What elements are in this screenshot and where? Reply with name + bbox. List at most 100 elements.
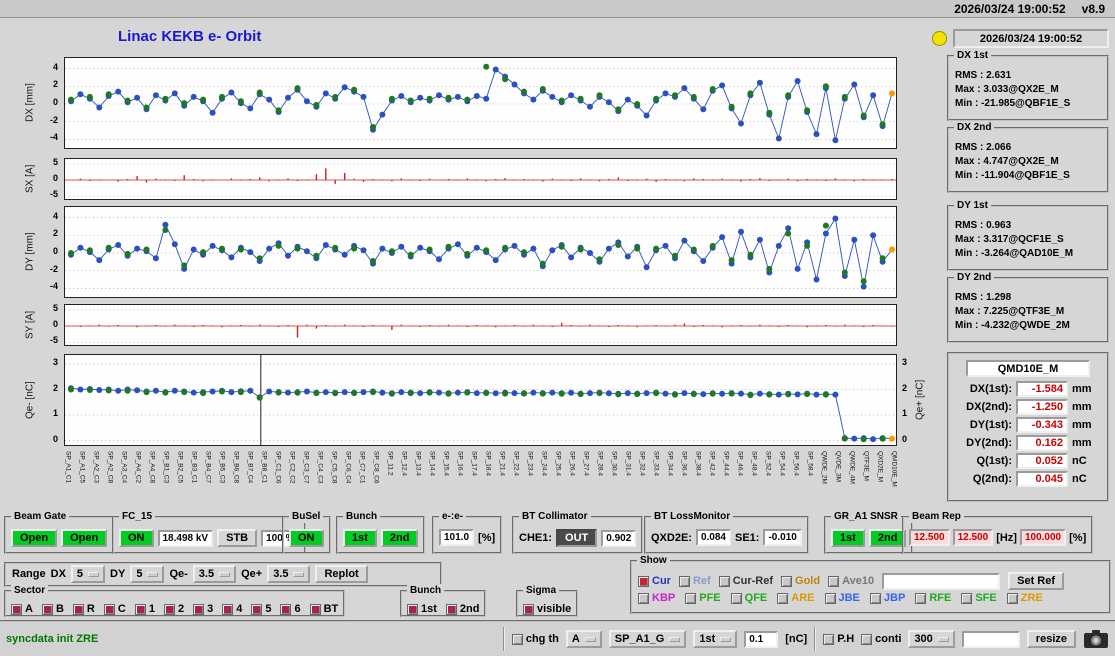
checkbox-icon [824,592,836,604]
dx-plot[interactable] [64,57,897,149]
fc15-stb-button[interactable]: STB [217,529,258,547]
sector-checkbox[interactable]: A [11,603,33,615]
sector-checkbox[interactable]: 5 [251,603,271,615]
region-checkbox[interactable]: ARE [777,592,815,604]
page-title: Linac KEKB e- Orbit [118,28,262,45]
checkbox-icon [72,603,84,615]
bunch-select-dropdown[interactable]: 1st [693,630,738,648]
beam-rep-pct-unit: [%] [1069,531,1087,544]
x-axis-label: SP_B1_C3 [162,451,170,484]
qe-plot[interactable] [64,354,897,446]
monitor-select-dropdown[interactable]: SP_A1_G [608,630,687,648]
ref-name-input[interactable] [882,572,1001,590]
range-qep-dropdown[interactable]: 3.5 [267,565,311,583]
region-checkbox[interactable]: SFE [961,592,997,604]
beam-gate-open-1-button[interactable]: Open [11,529,58,547]
beam-gate-open-2-button[interactable]: Open [61,529,108,547]
aux-input[interactable] [961,630,1020,648]
x-axis-label: SP_B2_C5 [176,451,184,484]
sx-axis-label: SX [A] [24,164,36,194]
conti-checkbox[interactable]: conti [861,633,901,645]
chg-th-checkbox[interactable]: chg th [511,633,559,645]
region-checkbox[interactable]: ZRE [1006,592,1043,604]
replot-button[interactable]: Replot [315,565,368,583]
sx-plot[interactable] [64,158,897,200]
sector-checkbox[interactable]: C [103,603,126,615]
sector-select-dropdown[interactable]: A [565,630,602,648]
ph-checkbox[interactable]: P.H [823,633,854,645]
checkbox-icon [718,575,730,587]
region-checkbox[interactable]: JBE [824,592,860,604]
x-axis-label: QXD2E_M [876,451,884,483]
bunch-2nd-button[interactable]: 2nd [380,529,419,547]
region-checkbox[interactable]: KBP [638,592,675,604]
sector-checkbox[interactable]: 1 [134,603,155,615]
show-checkbox[interactable]: Ref [678,575,711,587]
monitor-title: QMD10E_M [966,360,1090,377]
checkbox-icon [251,603,263,615]
show-checkbox-label: Cur [652,575,671,587]
stat-rms: RMS : 2.631 [955,70,1012,81]
sector-checkbox-label: C [117,603,126,615]
busel-on-button[interactable]: ON [289,529,324,547]
show-checkbox[interactable]: Ave10 [828,575,874,587]
camera-icon[interactable] [1083,629,1109,649]
show-checkbox[interactable]: Cur-Ref [718,575,773,587]
sector-checkbox[interactable]: 3 [193,603,213,615]
threshold-input[interactable] [744,630,779,648]
count-dropdown[interactable]: 300 [908,630,955,648]
stat-group-label: DX 1st [954,49,992,62]
sector-checkbox[interactable]: B [41,603,64,615]
fc15-on-button[interactable]: ON [119,529,154,547]
stat-max: Max : 7.225@QTF3E_M [955,306,1065,317]
checkbox-icon [222,603,234,615]
gr-snsr-1st-button[interactable]: 1st [831,529,865,547]
bt-collimator-group: BT Collimator CHE1: OUT 0.902 [512,510,644,554]
region-checkbox[interactable]: RFE [915,592,951,604]
region-checkbox-label: JBP [883,592,906,604]
show-checkbox-label: Gold [795,575,821,587]
x-axis-label: SP_18.4 [484,451,492,476]
show-checkbox[interactable]: Cur [638,575,671,587]
resize-button[interactable]: resize [1026,630,1076,648]
x-axis-label: SP_C6_C4 [344,451,352,484]
bunch-1st-button[interactable]: 1st [343,529,377,547]
show-checkbox-label: Ref [692,575,711,587]
sector-checkbox[interactable]: 4 [222,603,242,615]
x-axis-label: SP_14.4 [428,451,436,476]
gr-snsr-2nd-button[interactable]: 2nd [868,529,907,547]
x-axis-label: SP_C7_C1 [358,451,366,484]
sector-checkbox[interactable]: BT [309,603,338,615]
monitor-row-value: -0.343 [1016,417,1068,433]
che1-out-button[interactable]: OUT [556,529,598,547]
bunch-checkbox[interactable]: 1st [407,603,437,615]
sector-checkbox[interactable]: R [72,603,95,615]
beam-rep-value-3: 100.000 [1019,529,1067,546]
dy-plot[interactable] [64,206,897,298]
x-axis-label: SP_C3_C7 [302,451,310,484]
dy-yticks: 4 2 0 -2 -4 [49,210,58,292]
region-checkbox[interactable]: QFE [730,592,767,604]
sector-checkbox[interactable]: 2 [163,603,184,615]
sector-group: Sector A B R C 1 2 3 4 5 6 BT [4,584,346,617]
checkbox-icon [638,592,649,604]
set-ref-button[interactable]: Set Ref [1008,572,1065,590]
sector-checkbox[interactable]: 6 [280,603,301,615]
qxd2e-value: 0.084 [695,529,731,546]
show-checkbox[interactable]: Gold [781,575,820,587]
region-checkbox-label: RFE [929,592,952,604]
monitor-row-unit: nC [1072,473,1087,485]
sy-plot[interactable] [64,304,897,346]
x-axis-label: SP_34.4 [666,451,674,476]
checkbox-icon [523,603,534,615]
sigma-visible-checkbox[interactable]: visible [523,603,571,615]
range-dx-dropdown[interactable]: 5 [70,565,106,583]
region-checkbox[interactable]: JBP [869,592,906,604]
bunch-checkbox[interactable]: 2nd [445,603,479,615]
range-dy-dropdown[interactable]: 5 [130,565,165,583]
range-qem-dropdown[interactable]: 3.5 [192,565,237,583]
checkbox-icon [134,603,146,615]
monitor-row-label: DY(1st): [969,419,1012,431]
checkbox-icon [730,592,742,604]
region-checkbox[interactable]: PFE [685,592,721,604]
